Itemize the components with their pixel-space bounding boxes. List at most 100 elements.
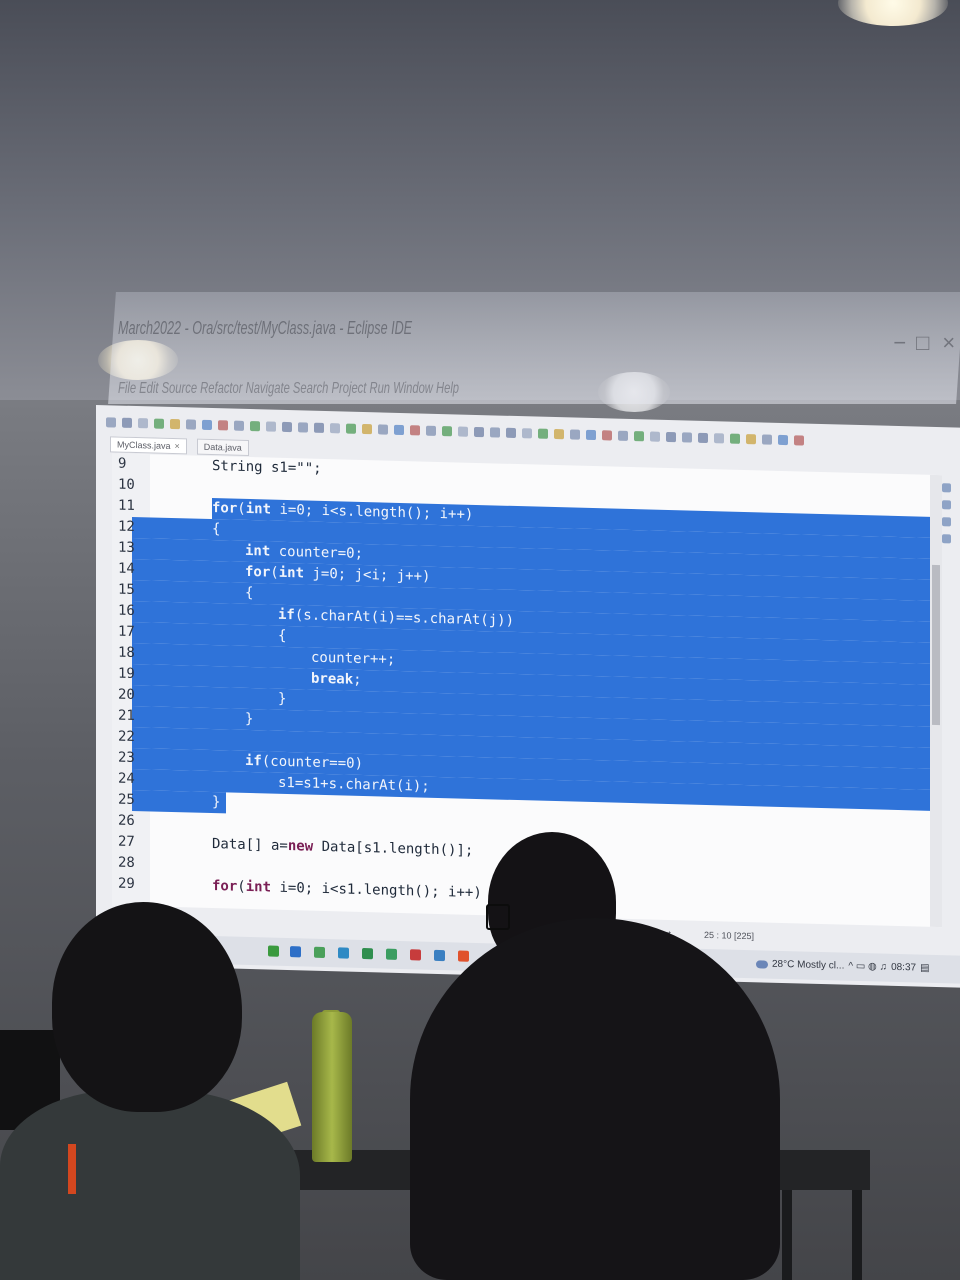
- tab-data[interactable]: Data.java: [196, 438, 249, 457]
- maximize-icon[interactable]: □: [916, 330, 929, 356]
- code-text: }: [212, 794, 221, 811]
- toolbar-icon[interactable]: [490, 427, 500, 438]
- toolbar-icon[interactable]: [250, 421, 260, 432]
- code-text: int counter=0;: [245, 542, 364, 562]
- toolbar-icon[interactable]: [314, 422, 324, 433]
- shirt-stripe: [68, 1144, 76, 1194]
- task-icon[interactable]: [942, 500, 951, 510]
- toolbar-icon[interactable]: [282, 421, 292, 433]
- toolbar-icon[interactable]: [554, 428, 564, 440]
- code-text: counter++;: [311, 649, 396, 668]
- window-title-ghost: March2022 - Ora/src/test/MyClass.java - …: [118, 318, 413, 338]
- toolbar-icon[interactable]: [378, 424, 388, 435]
- toolbar-icon[interactable]: [426, 425, 436, 436]
- line-number: 23: [118, 749, 135, 767]
- toolbar-icon[interactable]: [634, 431, 644, 442]
- code-text: {: [212, 521, 221, 538]
- toolbar-icon[interactable]: [122, 417, 132, 428]
- toolbar-icon[interactable]: [618, 430, 628, 441]
- toolbar-icon[interactable]: [730, 433, 740, 444]
- glasses: [486, 904, 510, 930]
- toolbar-icon[interactable]: [330, 423, 340, 434]
- code-text: }: [278, 690, 287, 707]
- toolbar-icon[interactable]: [298, 422, 308, 433]
- person-head: [410, 918, 780, 1280]
- app-icon[interactable]: [410, 949, 421, 961]
- line-number: 15: [118, 581, 135, 599]
- line-number: 17: [118, 623, 135, 641]
- toolbar-icon[interactable]: [794, 435, 804, 446]
- toolbar-icon[interactable]: [682, 432, 692, 443]
- person-body: [0, 1090, 300, 1280]
- outline-icon[interactable]: [942, 483, 951, 493]
- vscode-icon[interactable]: [290, 946, 301, 958]
- close-icon[interactable]: ×: [942, 330, 955, 356]
- toolbar-icon[interactable]: [650, 431, 660, 442]
- system-tray: 28°C Mostly cl... ^ ▭ ◍ ♫ 08:37 ▤: [756, 958, 930, 974]
- toolbar-icon[interactable]: [154, 418, 164, 429]
- line-number: 22: [118, 728, 135, 746]
- console-icon[interactable]: [942, 534, 951, 544]
- line-number: 21: [118, 707, 135, 725]
- weather-text[interactable]: 28°C Mostly cl...: [772, 959, 844, 972]
- code-text: if(counter==0): [245, 752, 364, 772]
- code-text: {: [245, 584, 254, 602]
- app-icon[interactable]: [434, 949, 445, 962]
- close-icon[interactable]: ×: [175, 441, 180, 451]
- tray-icons[interactable]: ^ ▭ ◍ ♫: [848, 961, 887, 973]
- toolbar-icon[interactable]: [714, 433, 724, 444]
- tab-label: Data.java: [203, 441, 242, 453]
- minimize-icon[interactable]: −: [893, 330, 906, 356]
- problems-icon[interactable]: [942, 517, 951, 527]
- toolbar-icon[interactable]: [602, 430, 612, 441]
- toolbar-icon[interactable]: [362, 423, 372, 435]
- notification-icon[interactable]: ▤: [920, 963, 929, 974]
- person-head: [52, 902, 242, 1112]
- desk-leg: [782, 1190, 792, 1280]
- app-icon[interactable]: [386, 948, 397, 960]
- toolbar-icon[interactable]: [746, 434, 756, 445]
- toolbar-icon[interactable]: [570, 429, 580, 440]
- toolbar-icon[interactable]: [698, 432, 708, 444]
- line-number: 18: [118, 644, 135, 662]
- toolbar-icon[interactable]: [538, 428, 548, 439]
- toolbar-icon[interactable]: [202, 419, 212, 431]
- toolbar-icon[interactable]: [762, 434, 772, 445]
- line-number: 25: [118, 791, 135, 809]
- toolbar-icon[interactable]: [218, 420, 228, 431]
- toolbar-icon[interactable]: [666, 431, 676, 443]
- toolbar-icon[interactable]: [522, 428, 532, 439]
- clock[interactable]: 08:37: [891, 962, 916, 974]
- toolbar-icon[interactable]: [474, 426, 484, 438]
- toolbar-icon[interactable]: [458, 426, 468, 437]
- line-number: 16: [118, 602, 135, 620]
- toolbar-icon[interactable]: [346, 423, 356, 434]
- toolbar-icon[interactable]: [506, 427, 516, 438]
- toolbar-icon[interactable]: [394, 424, 404, 436]
- cursor-position: 25 : 10 [225]: [704, 929, 755, 942]
- toolbar-icon[interactable]: [586, 429, 596, 441]
- toolbar-icon[interactable]: [442, 426, 452, 437]
- line-number: 12: [118, 518, 135, 536]
- app-icon[interactable]: [458, 950, 469, 962]
- line-number: 20: [118, 686, 135, 704]
- toolbar-icon[interactable]: [234, 420, 244, 431]
- line-number: 19: [118, 665, 135, 683]
- line-number: 10: [118, 476, 135, 494]
- code-text: String s1="";: [212, 458, 322, 477]
- toolbar-icon[interactable]: [138, 418, 148, 429]
- excel-icon[interactable]: [362, 947, 373, 960]
- tab-myclass[interactable]: MyClass.java ×: [110, 436, 187, 455]
- side-toolbar: [942, 483, 956, 544]
- code-text: for(int i=0; i<s1.length(); i++): [212, 878, 482, 902]
- line-number: 14: [118, 560, 135, 578]
- toolbar-icon[interactable]: [778, 434, 788, 446]
- chrome-icon[interactable]: [268, 945, 279, 957]
- toolbar-icon[interactable]: [410, 425, 420, 436]
- search-icon[interactable]: [338, 947, 349, 959]
- file-explorer-icon[interactable]: [314, 946, 325, 958]
- toolbar-icon[interactable]: [106, 417, 116, 428]
- toolbar-icon[interactable]: [266, 421, 276, 432]
- toolbar-icon[interactable]: [186, 419, 196, 430]
- toolbar-icon[interactable]: [170, 418, 180, 430]
